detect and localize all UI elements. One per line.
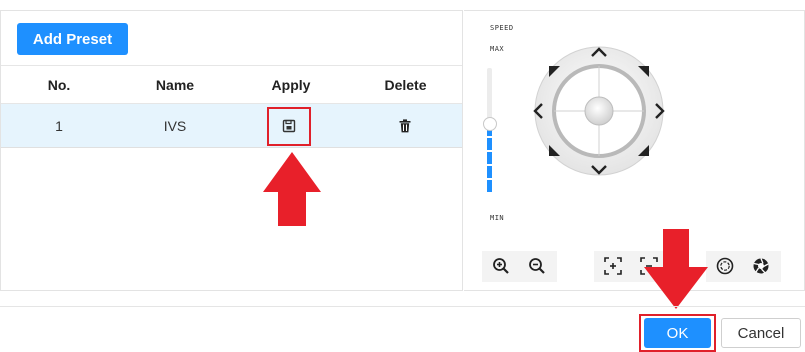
speed-slider-thumb[interactable] xyxy=(483,117,497,131)
cancel-button[interactable]: Cancel xyxy=(721,318,801,348)
pan-down-left-icon[interactable] xyxy=(548,143,562,157)
preset-table-header: No. Name Apply Delete xyxy=(1,65,462,104)
speed-slider[interactable] xyxy=(483,68,497,194)
pan-up-icon[interactable] xyxy=(590,46,608,58)
speed-min-label: MIN xyxy=(490,214,505,222)
zoom-in-button[interactable] xyxy=(487,252,515,280)
pan-down-right-icon[interactable] xyxy=(636,143,650,157)
focus-near-icon xyxy=(604,257,622,275)
pan-down-icon[interactable] xyxy=(590,164,608,176)
ptz-direction-pad[interactable] xyxy=(527,42,671,180)
speed-slider-fill xyxy=(487,124,492,192)
column-header-no: No. xyxy=(47,77,71,93)
pan-up-right-icon[interactable] xyxy=(636,65,650,79)
zoom-out-icon xyxy=(529,258,545,274)
save-icon xyxy=(282,119,296,133)
column-header-name: Name xyxy=(155,77,195,93)
speed-max-label: MAX xyxy=(490,45,505,53)
ok-button[interactable]: OK xyxy=(644,318,711,348)
row-name: IVS xyxy=(163,117,187,134)
speed-label: SPEED xyxy=(490,24,514,32)
annotation-arrow-up xyxy=(263,152,321,226)
pan-up-left-icon[interactable] xyxy=(548,65,562,79)
add-preset-button[interactable]: Add Preset xyxy=(17,23,128,55)
apply-preset-button[interactable] xyxy=(275,112,303,140)
focus-near-button[interactable] xyxy=(599,252,627,280)
pan-right-icon[interactable] xyxy=(654,102,666,120)
row-number: 1 xyxy=(55,117,63,134)
zoom-out-button[interactable] xyxy=(523,252,551,280)
column-header-apply: Apply xyxy=(271,77,311,93)
pan-left-icon[interactable] xyxy=(532,102,544,120)
iris-close-icon xyxy=(753,258,769,274)
iris-open-button[interactable] xyxy=(711,252,739,280)
iris-close-button[interactable] xyxy=(747,252,775,280)
annotation-arrow-down xyxy=(644,229,708,309)
footer-divider xyxy=(0,306,805,307)
zoom-in-icon xyxy=(493,258,509,274)
column-header-delete: Delete xyxy=(384,77,427,93)
delete-preset-button[interactable] xyxy=(391,112,419,140)
trash-icon xyxy=(399,119,411,133)
iris-open-icon xyxy=(716,257,734,275)
